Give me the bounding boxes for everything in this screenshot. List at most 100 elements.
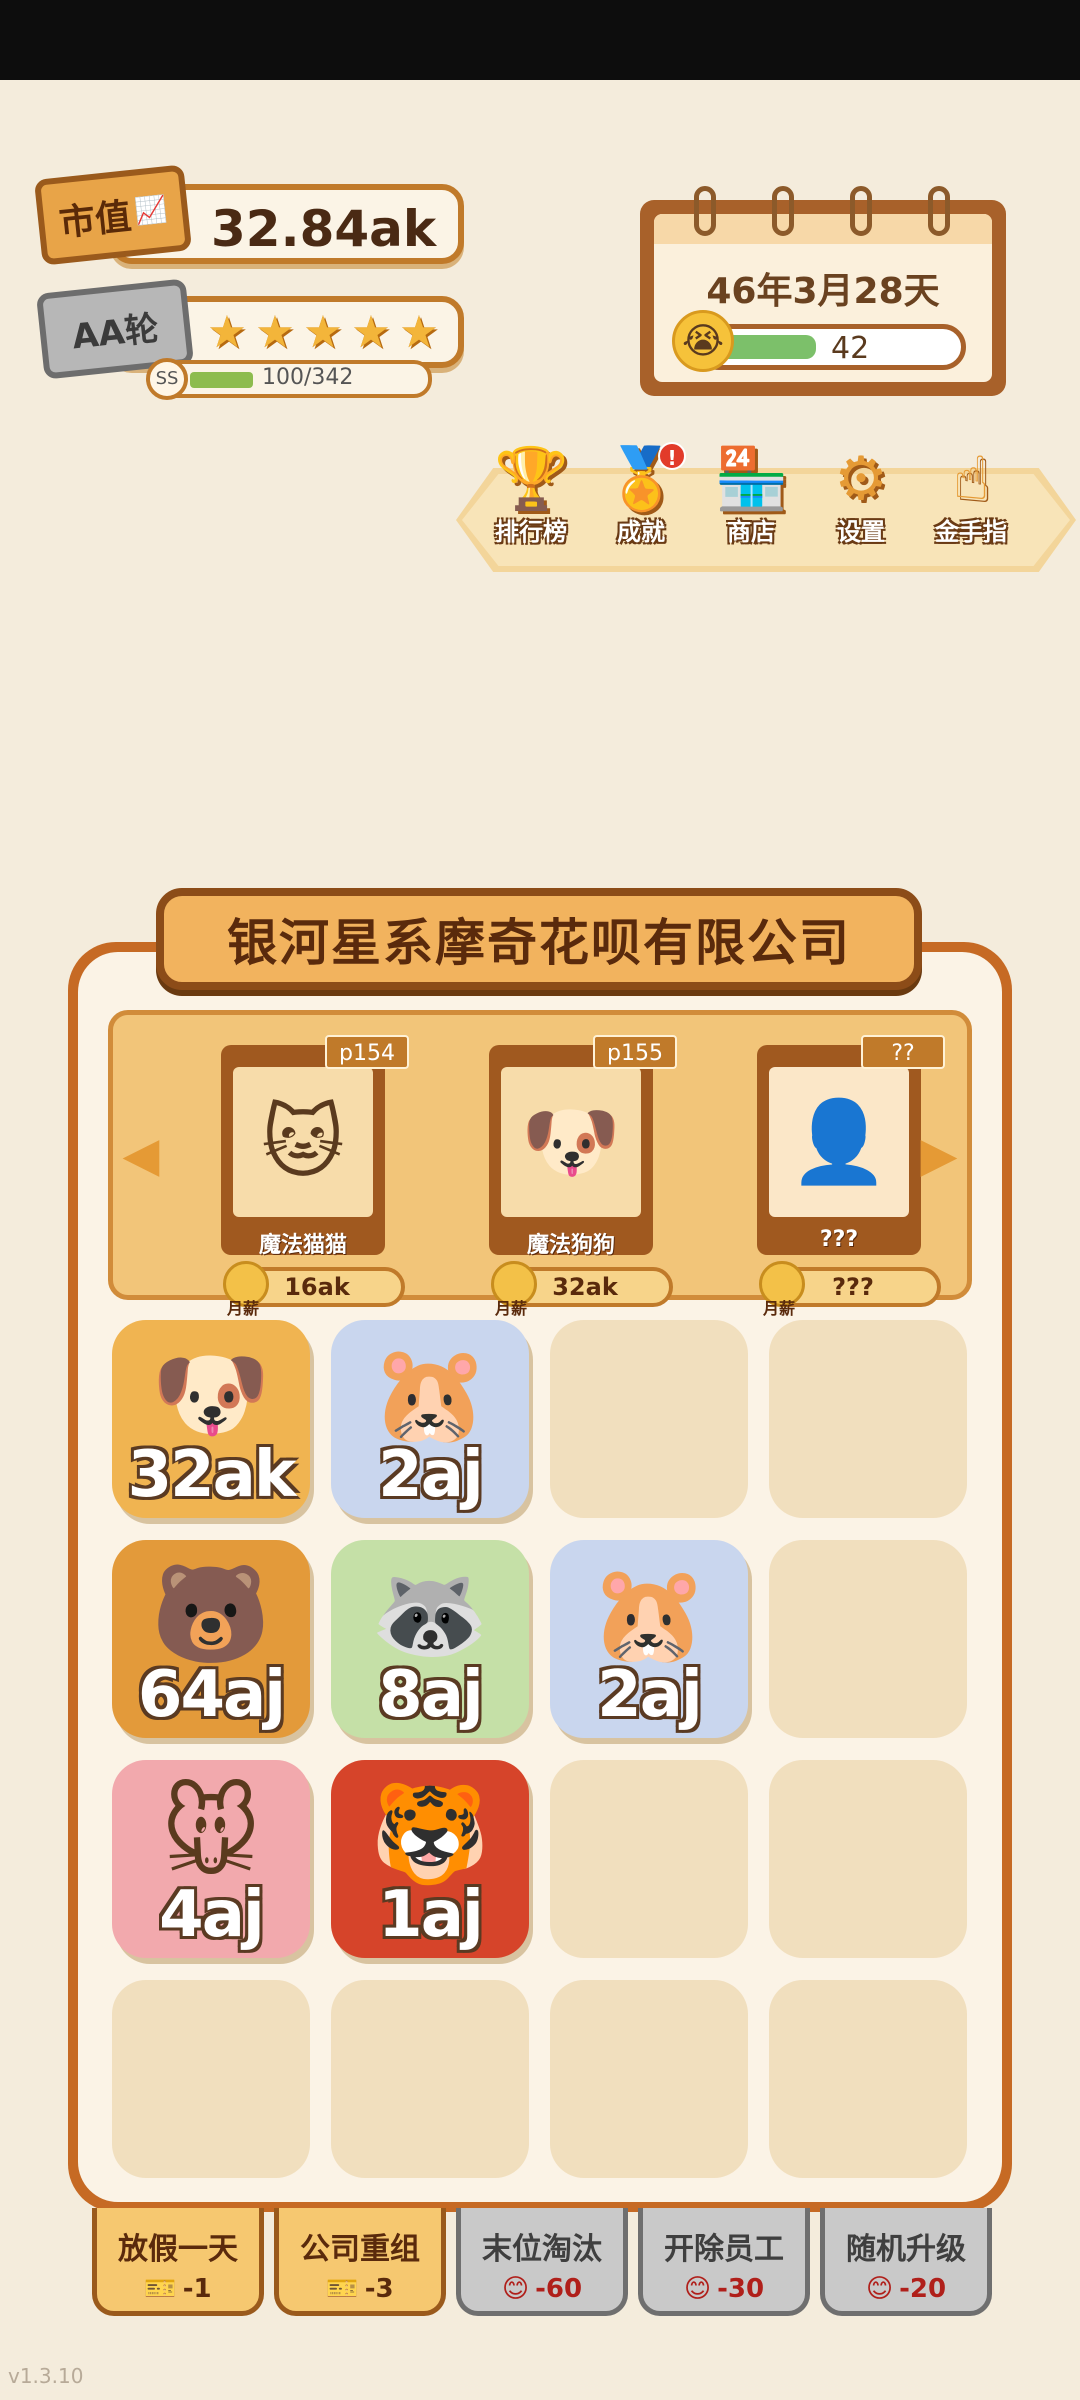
menu-item-0[interactable]: 🏆 排行榜 [490, 442, 572, 547]
calendar-ring-icon [772, 186, 794, 236]
card-tag: p155 [593, 1035, 677, 1069]
calendar-ring-icon [694, 186, 716, 236]
character-portrait: 👤 [769, 1067, 909, 1217]
card-frame: 👤??? [757, 1045, 921, 1255]
trophy-icon: 🏆 [494, 444, 569, 514]
menu-label: 商店 [727, 518, 775, 546]
employee-level: 64aj [137, 1658, 286, 1732]
round-label: AA轮 [70, 308, 161, 357]
exp-bar: 100/342 SS [146, 358, 432, 400]
action-button-4[interactable]: 随机升级 😊 -20 [820, 2208, 992, 2316]
employee-tile[interactable]: 🐹 2aj [331, 1320, 529, 1518]
employee-level: 1aj [378, 1878, 484, 1952]
action-button-0[interactable]: 放假一天 🎫 -1 [92, 2208, 264, 2316]
action-cost: 😊 -60 [461, 2274, 623, 2304]
crying-face-icon: 😭 [672, 310, 734, 372]
employee-tile[interactable]: 🐹 2aj [550, 1540, 748, 1738]
gear-icon: ⚙ [834, 444, 888, 514]
exp-bar-fill [190, 372, 253, 388]
employee-tile[interactable]: 🐻 64aj [112, 1540, 310, 1738]
action-cost-value: -1 [182, 2274, 212, 2304]
company-name: 银河星系摩奇花呗有限公司 [227, 914, 851, 972]
mood-value: 42 [831, 331, 870, 366]
menu-label: 设置 [837, 518, 885, 546]
card-salary: 月薪??? [759, 1261, 941, 1318]
shop-icon: 🏪 [714, 444, 789, 514]
empty-slot[interactable] [112, 1980, 310, 2178]
action-button-1[interactable]: 公司重组 🎫 -3 [274, 2208, 446, 2316]
menu-item-2[interactable]: 🏪 商店 [710, 442, 792, 547]
action-button-3[interactable]: 开除员工 😊 -30 [638, 2208, 810, 2316]
action-cost: 🎫 -1 [97, 2274, 259, 2304]
star-icon: ★ [303, 307, 343, 358]
salary-value: ??? [832, 1273, 874, 1301]
menu-item-4[interactable]: ☝ 金手指 [930, 442, 1012, 547]
employee-level: 8aj [378, 1658, 484, 1732]
action-title: 随机升级 [846, 2232, 966, 2267]
star-icon: ★ [207, 307, 247, 358]
empty-slot[interactable] [550, 1760, 748, 1958]
company-banner: 银河星系摩奇花呗有限公司 [156, 888, 922, 990]
menu-item-3[interactable]: ⚙ 设置 [820, 442, 902, 547]
ticket-icon: 🎫 [144, 2274, 177, 2304]
empty-slot[interactable] [769, 1320, 967, 1518]
status-bar [0, 0, 1080, 80]
card-name: 魔法狗狗 [526, 1233, 615, 1258]
smile-icon: 😊 [501, 2274, 530, 2304]
card-frame: 🐶 魔法狗狗 [489, 1045, 653, 1258]
action-cost: 😊 -20 [825, 2274, 987, 2304]
action-title: 末位淘汰 [482, 2232, 602, 2267]
alert-badge: ! [658, 442, 686, 470]
action-cost-value: -3 [364, 2274, 394, 2304]
card-name: 魔法猫猫 [258, 1233, 347, 1258]
market-value: 32.84ak [211, 200, 437, 258]
exp-grade-badge: SS [146, 358, 188, 400]
chart-up-icon: 📈 [133, 194, 169, 228]
action-cost-value: -30 [717, 2274, 765, 2304]
ticket-icon: 🎫 [326, 2274, 359, 2304]
menu-item-1[interactable]: 🏅 成就! [600, 442, 686, 547]
employee-tile[interactable]: 🦝 8aj [331, 1540, 529, 1738]
star-icon: ★ [351, 307, 391, 358]
action-button-2[interactable]: 末位淘汰 😊 -60 [456, 2208, 628, 2316]
version-label: v1.3.10 [8, 2364, 84, 2388]
action-cost-value: -60 [535, 2274, 583, 2304]
action-cost: 🎫 -3 [279, 2274, 441, 2304]
empty-slot[interactable] [769, 1540, 967, 1738]
arrow-left-icon[interactable]: ◀ [121, 1125, 161, 1185]
employee-level: 2aj [597, 1658, 703, 1732]
arrow-right-icon[interactable]: ▶ [919, 1125, 959, 1185]
employee-grid: 🐶 32ak 🐹 2aj 🐻 64aj 🦝 8aj 🐹 2aj 🐭 4aj 🐯 1aj [112, 1320, 967, 2178]
empty-slot[interactable] [769, 1980, 967, 2178]
menu-label: 成就 [617, 518, 665, 546]
empty-slot[interactable] [769, 1760, 967, 1958]
salary-value: 16ak [284, 1273, 350, 1301]
employee-level: 4aj [159, 1878, 265, 1952]
card-name: ??? [819, 1227, 859, 1252]
exp-text: 100/342 [262, 365, 354, 390]
action-title: 开除员工 [664, 2232, 784, 2267]
star-rating: ★ ★ ★ ★ ★ [204, 310, 442, 356]
employee-tile[interactable]: 🐶 32ak [112, 1320, 310, 1518]
calendar-ring-icon [928, 186, 950, 236]
smile-icon: 😊 [683, 2274, 712, 2304]
menu-label: 金手指 [935, 518, 1007, 546]
empty-slot[interactable] [550, 1320, 748, 1518]
employee-level: 2aj [378, 1438, 484, 1512]
card-frame: 🐱 魔法猫猫 [221, 1045, 385, 1258]
employee-tile[interactable]: 🐯 1aj [331, 1760, 529, 1958]
action-cost: 😊 -30 [643, 2274, 805, 2304]
employee-tile[interactable]: 🐭 4aj [112, 1760, 310, 1958]
market-label: 市值 [57, 196, 134, 245]
menu-label: 排行榜 [495, 518, 567, 546]
calendar-date: 46年3月28天 [706, 271, 940, 312]
empty-slot[interactable] [550, 1980, 748, 2178]
top-menu: 🏆 排行榜 🏅 成就! 🏪 商店 ⚙ 设置 ☝ 金手指 [490, 442, 1012, 547]
empty-slot[interactable] [331, 1980, 529, 2178]
character-portrait: 🐶 [501, 1067, 641, 1217]
card-tag: ?? [861, 1035, 945, 1069]
smile-icon: 😊 [865, 2274, 894, 2304]
card-salary: 月薪 32ak [491, 1261, 673, 1318]
market-tag: 市值 📈 [33, 164, 193, 266]
action-bar: 放假一天 🎫 -1 公司重组 🎫 -3 末位淘汰 😊 -60 开除员工 😊 -30 随机升级 😊 -20 [92, 2208, 992, 2316]
